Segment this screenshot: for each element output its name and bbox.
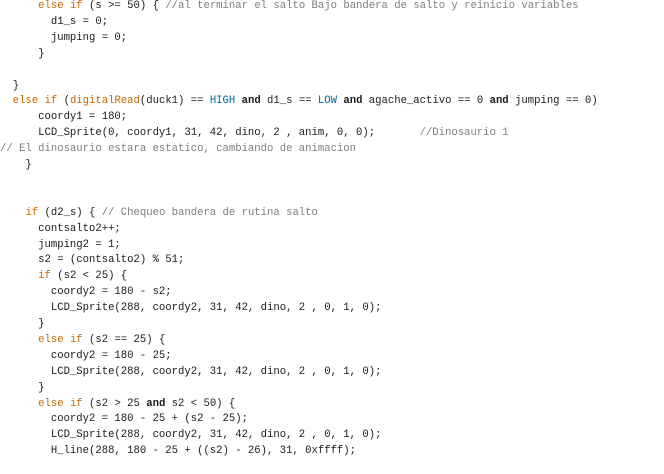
code-token-kw: if — [25, 206, 39, 219]
code-line: } — [0, 317, 45, 333]
code-line: } — [0, 47, 45, 63]
code-line: } — [0, 79, 19, 95]
code-line: if (s2 < 25) { — [0, 269, 127, 285]
code-line: LCD_Sprite(288, coordy2, 31, 42, dino, 2… — [0, 301, 382, 317]
code-line: LCD_Sprite(288, coordy2, 31, 42, dino, 2… — [0, 365, 382, 381]
code-text: agache_activo == 0 — [362, 95, 490, 108]
code-line: jumping = 0; — [0, 31, 127, 47]
code-token-kw: else if — [38, 333, 83, 346]
code-token-b: and — [146, 397, 166, 410]
code-line: else if (digitalRead(duck1) == HIGH and … — [0, 94, 598, 110]
code-token-const: HIGH — [209, 95, 236, 108]
code-text: (duck1) == — [139, 95, 210, 108]
code-text: (s >= 50) { — [82, 0, 166, 12]
code-text: coordy2 = 180 - 25; — [0, 349, 172, 362]
code-line: else if (s2 == 25) { — [0, 333, 165, 349]
code-text: jumping2 = 1; — [0, 238, 121, 251]
code-token-kw: else if — [38, 397, 83, 410]
code-line: contsalto2++; — [0, 222, 121, 238]
code-text: LCD_Sprite(0, coordy1, 31, 42, dino, 2 ,… — [0, 127, 420, 140]
code-text: } — [0, 318, 45, 330]
code-line: LCD_Sprite(0, coordy1, 31, 42, dino, 2 ,… — [0, 126, 509, 142]
code-text: jumping = 0; — [0, 31, 128, 44]
code-line: coordy2 = 180 - 25 + (s2 - 25); — [0, 412, 248, 428]
code-text: coordy1 = 180; — [0, 111, 128, 124]
code-text: LCD_Sprite(288, coordy2, 31, 42, dino, 2… — [0, 365, 382, 378]
code-line: jumping2 = 1; — [0, 238, 121, 254]
code-line: } — [0, 381, 45, 397]
code-comment: //al terminar el salto Bajo bandera de s… — [165, 0, 579, 12]
code-text: (d2_s) { — [38, 206, 102, 219]
code-text: s2 < 50) { — [165, 397, 236, 410]
code-text: s2 = (contsalto2) % 51; — [0, 254, 185, 267]
code-text: } — [0, 47, 45, 60]
code-token-fn: digitalRead — [69, 95, 140, 108]
code-text: (s2 == 25) { — [82, 333, 166, 346]
code-text: H_line(288, 180 - 25 + ((s2) - 26), 31, … — [0, 445, 357, 458]
code-text: coordy2 = 180 - 25 + (s2 - 25); — [0, 413, 248, 426]
code-text: d1_s = 0; — [0, 15, 109, 28]
code-line: d1_s = 0; — [0, 15, 108, 31]
code-line: H_line(288, 180 - 25 + ((s2) - 26), 31, … — [0, 444, 356, 460]
code-text: (s2 > 25 — [82, 397, 147, 410]
code-line: } — [0, 158, 32, 174]
code-token-kw: if — [38, 270, 51, 283]
code-text: LCD_Sprite(288, coordy2, 31, 42, dino, 2… — [0, 302, 382, 315]
code-line: else if (s >= 50) { //al terminar el sal… — [0, 0, 579, 15]
code-token-const: LOW — [317, 95, 337, 108]
code-line: coordy1 = 180; — [0, 110, 127, 126]
code-text: (s2 < 25) { — [50, 270, 128, 283]
code-text: contsalto2++; — [0, 222, 121, 235]
code-token-b: and — [241, 95, 261, 108]
code-text: ( — [57, 95, 70, 108]
code-text: d1_s == — [260, 95, 318, 108]
code-token-b: and — [343, 95, 363, 108]
code-text: LCD_Sprite(288, coordy2, 31, 42, dino, 2… — [0, 429, 382, 442]
code-text: jumping == 0) — [508, 95, 598, 108]
code-comment: // El dinosaurio estara estatico, cambia… — [0, 143, 357, 156]
code-line: else if (s2 > 25 and s2 < 50) { — [0, 397, 235, 413]
code-text: coordy2 = 180 - s2; — [0, 286, 172, 299]
code-editor[interactable]: else if (s >= 50) { //al terminar el sal… — [0, 0, 664, 474]
code-line: coordy2 = 180 - 25; — [0, 349, 172, 365]
code-line: if (d2_s) { // Chequeo bandera de rutina… — [0, 206, 318, 222]
code-token-kw: else if — [12, 95, 58, 108]
code-text: } — [0, 159, 32, 171]
code-comment: //Dinosaurio 1 — [419, 127, 509, 140]
code-token-b: and — [489, 95, 509, 108]
code-comment: // Chequeo bandera de rutina salto — [101, 206, 318, 219]
code-line: coordy2 = 180 - s2; — [0, 285, 172, 301]
code-text: } — [0, 381, 45, 394]
code-line: // El dinosaurio estara estatico, cambia… — [0, 142, 356, 158]
code-line: s2 = (contsalto2) % 51; — [0, 253, 184, 269]
code-text: } — [0, 79, 20, 92]
code-token-kw: else if — [38, 0, 83, 12]
code-line: LCD_Sprite(288, coordy2, 31, 42, dino, 2… — [0, 428, 382, 444]
